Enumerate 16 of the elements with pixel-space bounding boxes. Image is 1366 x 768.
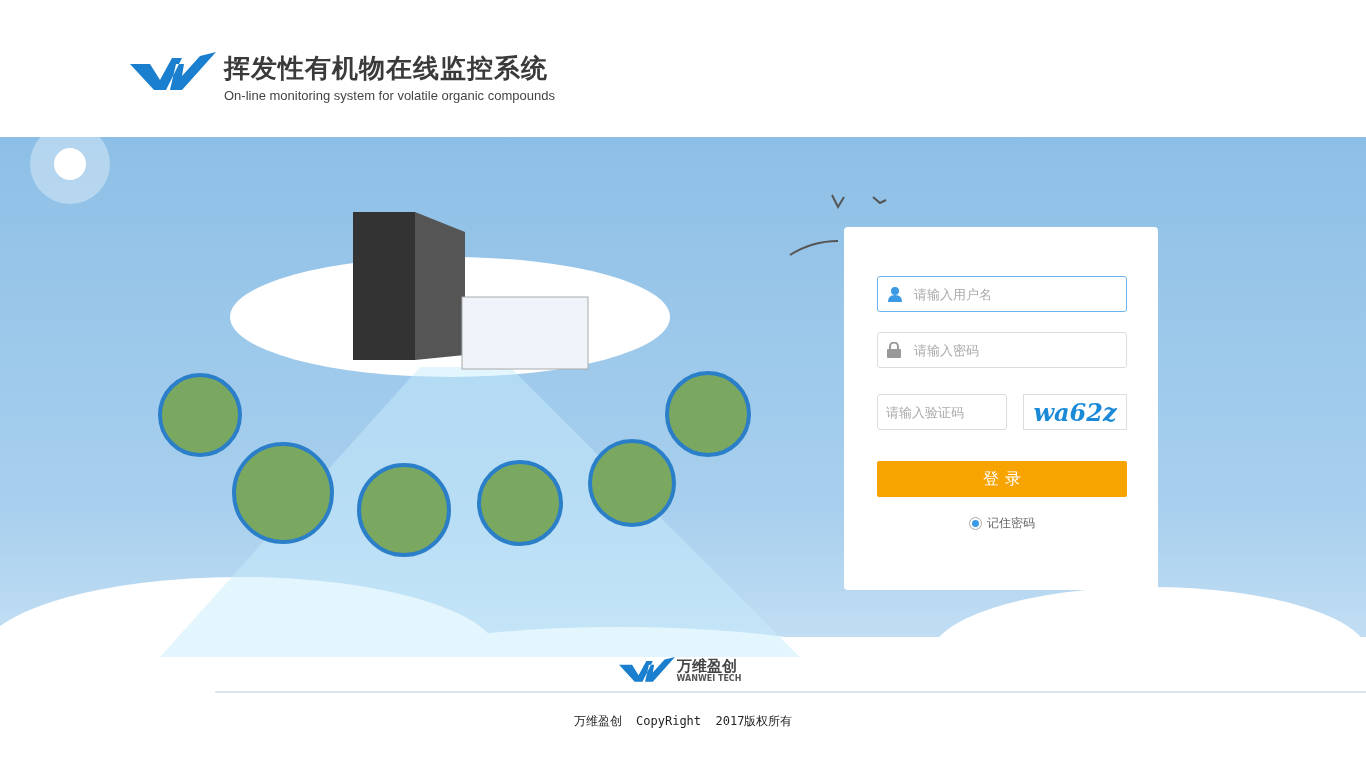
user-icon	[887, 286, 903, 302]
brand-logo-icon	[618, 657, 675, 683]
username-field[interactable]: 请输入用户名	[877, 276, 1127, 312]
login-button[interactable]: 登 录	[877, 461, 1127, 497]
system-subtitle: On-line monitoring system for volatile organic compounds	[224, 88, 555, 103]
password-field[interactable]: 请输入密码	[877, 332, 1127, 368]
captcha-image[interactable]: wa62z	[1023, 394, 1127, 430]
captcha-field[interactable]: 请输入验证码	[877, 394, 1007, 430]
copyright-text: 万维盈创 CopyRight 2017版权所有	[573, 713, 793, 730]
system-title: 挥发性有机物在线监控系统	[224, 52, 549, 84]
lock-icon	[887, 342, 901, 358]
remember-label: 记住密码	[987, 515, 1035, 532]
brand-subtitle: WANWEI TECH	[676, 673, 742, 683]
logo-icon	[130, 52, 216, 92]
brand-name: 万维盈创	[676, 657, 737, 674]
remember-radio[interactable]	[969, 517, 982, 530]
